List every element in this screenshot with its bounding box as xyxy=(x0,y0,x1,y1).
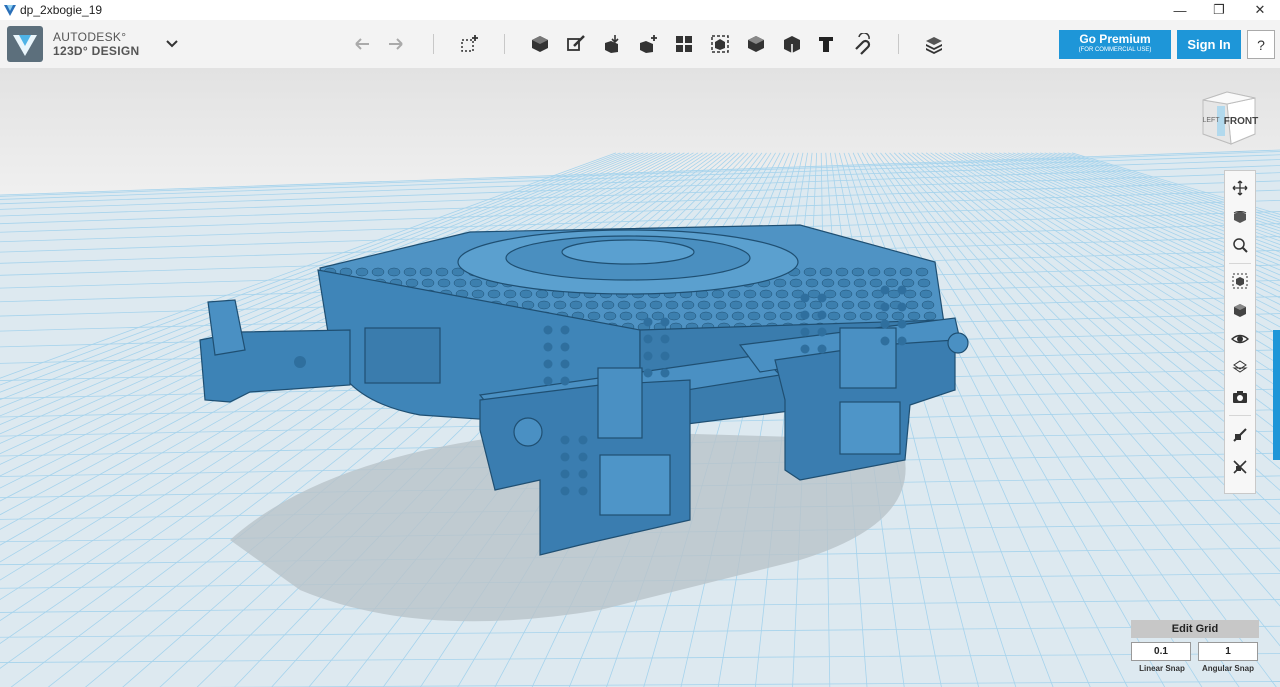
grouping-button[interactable] xyxy=(706,30,734,58)
snap-on-button[interactable] xyxy=(1230,425,1250,445)
orbit-button[interactable] xyxy=(1230,206,1250,226)
pattern-icon xyxy=(676,36,692,52)
materials-outline-button[interactable] xyxy=(1230,357,1250,377)
nav-divider xyxy=(1229,263,1251,264)
edit-grid-panel: Edit Grid 0.1 1 Linear Snap Angular Snap xyxy=(1131,620,1259,686)
help-button[interactable]: ? xyxy=(1247,30,1275,59)
construct-button[interactable] xyxy=(598,30,626,58)
transform-icon xyxy=(461,35,478,52)
toolbar-divider xyxy=(898,34,899,54)
materials-outline-icon xyxy=(1232,360,1248,373)
snap-icon xyxy=(855,33,871,55)
linear-snap-value[interactable]: 0.1 xyxy=(1131,642,1191,661)
window-title: dp_2xbogie_19 xyxy=(20,3,103,17)
chevron-down-icon[interactable] xyxy=(163,34,181,52)
transform-button[interactable] xyxy=(455,30,483,58)
linear-snap-label: Linear Snap xyxy=(1139,664,1185,673)
text-button[interactable] xyxy=(812,30,840,58)
main-toolbar: AUTODESK° 123D° DESIGN Go Premium (FOR C… xyxy=(0,20,1280,69)
pan-icon xyxy=(1232,180,1248,196)
navigation-bar xyxy=(1224,170,1256,494)
sign-in-button[interactable]: Sign In xyxy=(1177,30,1241,59)
fit-icon xyxy=(1232,273,1248,289)
toolbar-divider xyxy=(504,34,505,54)
sketch-button[interactable] xyxy=(562,30,590,58)
material-button[interactable] xyxy=(920,30,948,58)
go-premium-button[interactable]: Go Premium (FOR COMMERCIAL USE) xyxy=(1059,30,1171,59)
viewcube-left-label: LEFT xyxy=(1202,117,1220,124)
primitives-icon xyxy=(532,36,548,52)
snap-button[interactable] xyxy=(848,30,876,58)
angular-snap-label: Angular Snap xyxy=(1201,664,1254,673)
zoom-button[interactable] xyxy=(1230,235,1250,255)
material-icon xyxy=(926,37,942,54)
sketch-icon xyxy=(567,35,585,51)
title-bar: dp_2xbogie_19 — ❐ ✕ xyxy=(0,0,1280,20)
viewcube-front-label: FRONT xyxy=(1224,116,1258,127)
measure-icon xyxy=(784,36,800,53)
views-button[interactable] xyxy=(1230,300,1250,320)
pattern-button[interactable] xyxy=(670,30,698,58)
side-panel-toggle[interactable] xyxy=(1273,330,1280,460)
construct-icon xyxy=(605,35,619,53)
close-window-button[interactable]: ✕ xyxy=(1240,0,1280,20)
modify-button[interactable] xyxy=(634,30,662,58)
edit-grid-button[interactable]: Edit Grid xyxy=(1131,620,1259,638)
measure-button[interactable] xyxy=(778,30,806,58)
angular-snap-value[interactable]: 1 xyxy=(1198,642,1258,661)
minimize-button[interactable]: — xyxy=(1160,0,1200,20)
redo-icon xyxy=(389,38,403,50)
visibility-button[interactable] xyxy=(1230,329,1250,349)
logo-icon xyxy=(13,35,37,56)
3d-viewport[interactable]: FRONT LEFT Edit Grid 0.1 1 Linear Snap A… xyxy=(0,68,1280,687)
snap-on-icon xyxy=(1233,428,1247,442)
scene-canvas[interactable] xyxy=(0,68,1280,687)
primitives-button[interactable] xyxy=(526,30,554,58)
go-premium-sublabel: (FOR COMMERCIAL USE) xyxy=(1078,47,1152,53)
screenshot-icon xyxy=(1233,391,1247,403)
screenshot-button[interactable] xyxy=(1230,387,1250,407)
redo-button[interactable] xyxy=(382,30,410,58)
zoom-icon xyxy=(1233,238,1248,253)
view-cube[interactable]: FRONT LEFT xyxy=(1197,88,1261,148)
brand-product: 123D° DESIGN xyxy=(53,44,140,58)
fit-button[interactable] xyxy=(1230,271,1250,291)
brand-autodesk: AUTODESK° xyxy=(53,30,127,44)
visibility-icon xyxy=(1231,334,1249,344)
views-icon xyxy=(1234,304,1246,317)
toolbar-divider xyxy=(433,34,434,54)
combine-button[interactable] xyxy=(742,30,770,58)
combine-icon xyxy=(748,36,764,52)
grouping-icon xyxy=(711,35,729,53)
snap-off-icon xyxy=(1233,460,1247,474)
app-logo-icon xyxy=(4,5,16,16)
undo-button[interactable] xyxy=(348,30,376,58)
app-menu-logo[interactable] xyxy=(7,26,43,62)
nav-divider xyxy=(1229,415,1251,416)
orbit-icon xyxy=(1233,211,1247,223)
snap-off-button[interactable] xyxy=(1230,457,1250,477)
modify-icon xyxy=(640,35,657,53)
go-premium-label: Go Premium xyxy=(1079,32,1151,46)
undo-icon xyxy=(355,38,369,50)
maximize-button[interactable]: ❐ xyxy=(1199,0,1239,20)
text-icon xyxy=(819,37,833,52)
pan-button[interactable] xyxy=(1230,178,1250,198)
